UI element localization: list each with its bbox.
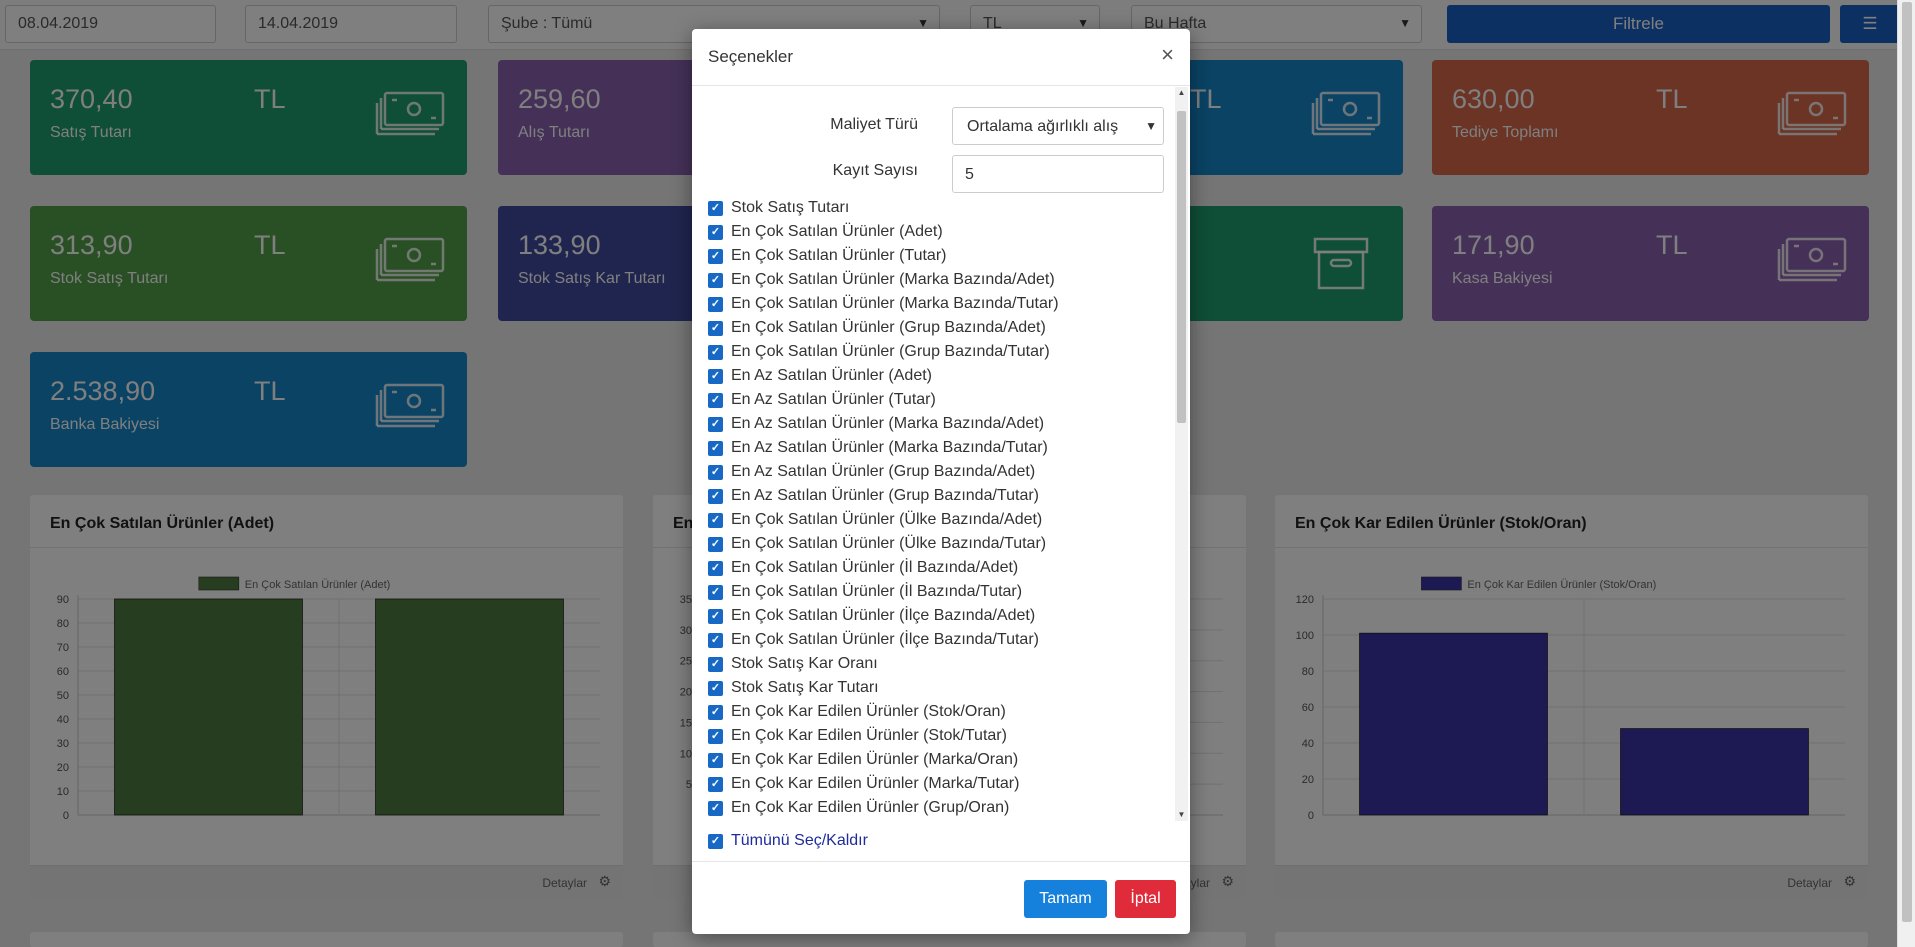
- ok-button[interactable]: Tamam: [1024, 880, 1107, 918]
- check-icon: ✓: [708, 609, 723, 624]
- option-label: En Çok Satılan Ürünler (İlçe Bazında/Tut…: [731, 631, 1039, 648]
- check-icon: ✓: [708, 513, 723, 528]
- record-count-input[interactable]: 5: [952, 155, 1164, 193]
- option-label: En Çok Satılan Ürünler (İl Bazında/Adet): [731, 559, 1019, 576]
- options-modal: Seçenekler × Maliyet Türü Ortalama ağırl…: [692, 29, 1190, 934]
- option-label: En Çok Kar Edilen Ürünler (Stok/Tutar): [731, 727, 1007, 744]
- check-icon: ✓: [708, 441, 723, 456]
- option-label: En Çok Satılan Ürünler (Adet): [731, 223, 943, 240]
- check-icon: ✓: [708, 585, 723, 600]
- options-checklist: ✓ Stok Satış Tutarı ✓ En Çok Satılan Ürünle…: [708, 198, 1148, 818]
- cost-type-select[interactable]: Ortalama ağırlıklı alış ▼: [952, 107, 1164, 145]
- scrollbar-thumb[interactable]: [1177, 111, 1186, 423]
- record-count-label: Kayıt Sayısı: [832, 162, 918, 179]
- check-icon: ✓: [708, 417, 723, 432]
- modal-title: Seçenekler: [708, 47, 794, 66]
- check-icon: ✓: [708, 465, 723, 480]
- option-label: En Çok Satılan Ürünler (İlçe Bazında/Ade…: [731, 607, 1036, 624]
- check-icon: ✓: [708, 321, 723, 336]
- check-icon: ✓: [708, 273, 723, 288]
- option-label: En Çok Satılan Ürünler (Ülke Bazında/Ade…: [731, 511, 1043, 528]
- check-icon: ✓: [708, 834, 723, 849]
- modal-scrollbar[interactable]: ▲ ▼: [1175, 87, 1188, 821]
- option-label: En Az Satılan Ürünler (Tutar): [731, 391, 936, 408]
- select-all-label: Tümünü Seç/Kaldır: [731, 832, 868, 849]
- close-icon[interactable]: ×: [1161, 42, 1174, 68]
- option-label: Stok Satış Kar Oranı: [731, 655, 878, 672]
- option-label: En Az Satılan Ürünler (Adet): [731, 367, 932, 384]
- option-label: En Çok Satılan Ürünler (Tutar): [731, 247, 947, 264]
- check-icon: ✓: [708, 225, 723, 240]
- check-icon: ✓: [708, 297, 723, 312]
- option-label: En Çok Satılan Ürünler (İl Bazında/Tutar…: [731, 583, 1023, 600]
- scrollbar-thumb[interactable]: [1902, 2, 1912, 922]
- option-label: En Az Satılan Ürünler (Grup Bazında/Tuta…: [731, 487, 1039, 504]
- option-label: En Çok Kar Edilen Ürünler (Stok/Oran): [731, 703, 1006, 720]
- modal-footer: Tamam İptal: [692, 861, 1190, 934]
- option-label: Stok Satış Tutarı: [731, 199, 850, 216]
- option-label: En Az Satılan Ürünler (Marka Bazında/Ade…: [731, 415, 1045, 432]
- check-icon: ✓: [708, 489, 723, 504]
- option-label: En Çok Kar Edilen Ürünler (Grup/Oran): [731, 799, 1010, 816]
- option-label: En Az Satılan Ürünler (Grup Bazında/Adet…: [731, 463, 1036, 480]
- check-icon: ✓: [708, 657, 723, 672]
- option-label: En Çok Kar Edilen Ürünler (Marka/Tutar): [731, 775, 1020, 792]
- check-icon: ✓: [708, 249, 723, 264]
- check-icon: ✓: [708, 777, 723, 792]
- option-label: En Çok Satılan Ürünler (Grup Bazında/Tut…: [731, 343, 1050, 360]
- check-icon: ✓: [708, 633, 723, 648]
- modal-body: Maliyet Türü Ortalama ağırlıklı alış ▼ Ka…: [692, 87, 1190, 819]
- check-icon: ✓: [708, 729, 723, 744]
- option-label: Stok Satış Kar Tutarı: [731, 679, 879, 696]
- check-icon: ✓: [708, 537, 723, 552]
- caret-down-icon: ▼: [1145, 119, 1157, 133]
- check-icon: ✓: [708, 201, 723, 216]
- check-icon: ✓: [708, 345, 723, 360]
- cancel-button[interactable]: İptal: [1115, 880, 1176, 918]
- check-icon: ✓: [708, 561, 723, 576]
- check-icon: ✓: [708, 801, 723, 816]
- check-icon: ✓: [708, 681, 723, 696]
- check-icon: ✓: [708, 393, 723, 408]
- option-label: En Çok Satılan Ürünler (Marka Bazında/Tu…: [731, 295, 1059, 312]
- cost-type-label: Maliyet Türü: [830, 116, 918, 133]
- option-label: En Az Satılan Ürünler (Marka Bazında/Tut…: [731, 439, 1048, 456]
- option-label: En Çok Satılan Ürünler (Ülke Bazında/Tut…: [731, 535, 1047, 552]
- modal-header: Seçenekler ×: [692, 29, 1190, 86]
- option-label: En Çok Satılan Ürünler (Grup Bazında/Ade…: [731, 319, 1046, 336]
- scroll-down-icon[interactable]: ▼: [1175, 809, 1188, 821]
- check-icon: ✓: [708, 705, 723, 720]
- option-label: En Çok Kar Edilen Ürünler (Marka/Oran): [731, 751, 1019, 768]
- page-scrollbar[interactable]: [1897, 0, 1915, 947]
- check-icon: ✓: [708, 753, 723, 768]
- check-icon: ✓: [708, 369, 723, 384]
- option-label: En Çok Satılan Ürünler (Marka Bazında/Ad…: [731, 271, 1055, 288]
- scroll-up-icon[interactable]: ▲: [1175, 87, 1188, 99]
